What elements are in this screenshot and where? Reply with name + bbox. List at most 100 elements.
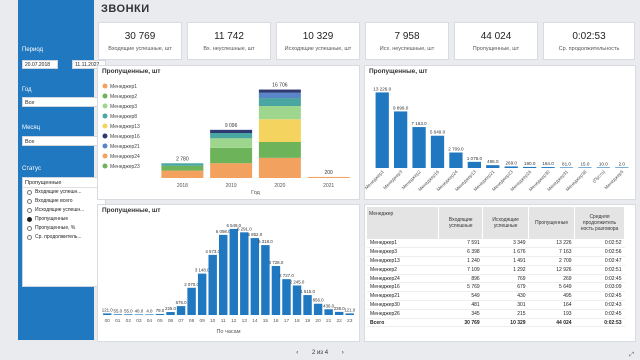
table-row[interactable]: Менеджер30 481 301 164 0:02:43 <box>367 300 625 310</box>
kpi-label: Исх. неуспешные, шт <box>379 46 435 52</box>
data-label: 16 706 <box>272 83 288 89</box>
table-row[interactable]: Менеджер26 345 215 193 0:02:45 <box>367 309 625 319</box>
status-select[interactable]: Пропущенные ⌃ <box>23 178 105 188</box>
column-header[interactable]: Входящие успешные <box>438 207 484 239</box>
data-label: 225.0 <box>165 306 177 311</box>
table-cell: Менеджер2 <box>367 265 439 275</box>
status-dropdown[interactable]: Пропущенные ⌃ Входящие успешн... Входящие… <box>22 177 106 287</box>
data-label: 5 852.0 <box>248 232 263 237</box>
month-select-value: Все <box>25 139 35 145</box>
table-cell: Менеджер21 <box>367 291 439 302</box>
bar <box>303 295 312 315</box>
bar-segment <box>161 170 204 178</box>
column-header[interactable]: Средняя продолжитель ность разговора <box>574 207 625 239</box>
table-cell: 1 491 <box>482 256 529 266</box>
year-select-value: Все <box>25 100 35 106</box>
table-total-row[interactable]: Всего 30 769 10 329 44 024 0:02:53 <box>367 317 625 328</box>
data-label: 13 226.0 <box>373 86 391 91</box>
data-label: 3 148.0 <box>195 268 210 273</box>
table-cell: 0:02:51 <box>574 265 625 275</box>
bar <box>615 167 629 168</box>
page-navigator: ‹ 2 из 4 › <box>0 350 640 356</box>
table-row[interactable]: Менеджер13 1 240 1 491 2 709 0:02:47 <box>367 256 625 266</box>
table-header-row: Менеджер Входящие успешные Исходящие усп… <box>367 207 625 239</box>
fullscreen-icon[interactable]: ⤢ <box>629 352 634 359</box>
status-option[interactable]: Ср. продолжитель... <box>23 233 105 242</box>
table-cell: 215 <box>482 309 529 319</box>
table-cell: Менеджер30 <box>367 300 439 310</box>
table-cell: 430 <box>482 291 529 302</box>
status-option[interactable]: Входящие всего <box>23 197 105 206</box>
bar <box>523 166 537 168</box>
legend-label: Менеджер2 <box>110 94 137 100</box>
column-header[interactable]: Исходящие успешные <box>482 207 530 239</box>
data-label: 1 515.0 <box>300 289 315 294</box>
table-cell: 1 292 <box>482 265 529 275</box>
prev-page-button[interactable]: ‹ <box>296 350 298 356</box>
x-tick-label: (Пусто) <box>592 169 607 184</box>
data-label: 4 573.0 <box>205 249 220 254</box>
radio-icon <box>27 208 32 213</box>
x-tick-label: 18 <box>294 318 300 324</box>
table-cell: Менеджер16 <box>367 282 439 293</box>
month-select[interactable]: Все ⌄ <box>22 136 106 146</box>
table-row[interactable]: Менеджер21 549 430 495 0:02:45 <box>367 291 625 302</box>
x-tick-label: 08 <box>189 318 195 324</box>
table-row[interactable]: Менеджер1 7 591 3 349 13 226 0:02:52 <box>367 239 625 249</box>
period-label: Период <box>22 47 44 53</box>
kpi-card: 44 024 Пропущенные, шт <box>454 22 538 60</box>
bar-segment <box>258 92 301 99</box>
year-select[interactable]: Все ⌄ <box>22 97 106 107</box>
table-cell: 5 769 <box>438 282 483 293</box>
data-label: 5 649.0 <box>430 130 446 135</box>
bar <box>250 238 260 315</box>
column-header[interactable]: Менеджер <box>367 207 440 239</box>
data-label: 55.0 <box>124 308 133 313</box>
status-option[interactable]: Пропущенные, % <box>23 224 105 233</box>
kpi-card: 11 742 Вх. неуспешные, шт <box>187 22 271 60</box>
radio-icon <box>27 217 32 222</box>
data-label: 9 096 <box>225 123 238 129</box>
table-cell: 769 <box>482 274 529 284</box>
table-cell: 269 <box>528 274 575 284</box>
x-tick-label: 15 <box>263 318 269 324</box>
data-label: 5 318.0 <box>258 239 273 244</box>
next-page-button[interactable]: › <box>342 350 344 356</box>
table-cell: 13 226 <box>528 239 575 249</box>
bar <box>334 311 344 315</box>
table-cell: Менеджер26 <box>367 309 439 319</box>
managers-table: Менеджер Входящие успешные Исходящие усп… <box>367 207 625 328</box>
table-cell: 7 591 <box>438 239 483 249</box>
x-tick-label: Менеджер5 <box>603 169 624 190</box>
table-cell: 0:02:45 <box>574 274 625 284</box>
bar-segment <box>258 89 301 93</box>
status-option[interactable]: Входящие успешн... <box>23 188 105 197</box>
legend-marker <box>102 103 108 109</box>
table-cell: 301 <box>482 300 529 310</box>
date-from-input[interactable]: 20.07.2018 <box>22 60 58 69</box>
column-header[interactable]: Пропущенные <box>528 207 576 239</box>
page-indicator: 2 из 4 <box>311 350 329 356</box>
bar <box>486 165 500 168</box>
table-cell: 30 769 <box>438 317 483 328</box>
x-axis-title: По часам <box>216 329 240 335</box>
table-row[interactable]: Менеджер24 896 769 269 0:02:45 <box>367 274 625 284</box>
table-cell: 0:02:56 <box>574 247 625 258</box>
table-row[interactable]: Менеджер3 6 398 1 676 7 163 0:02:56 <box>367 247 625 258</box>
bar <box>103 313 112 315</box>
bar <box>345 313 354 315</box>
x-tick-label: 10 <box>210 318 216 324</box>
status-option[interactable]: Исходящие успешн... <box>23 206 105 215</box>
table-row[interactable]: Менеджер16 5 769 679 5 649 0:03:09 <box>367 282 625 293</box>
table-cell: Всего <box>367 317 439 328</box>
x-tick-label: 17 <box>284 318 290 324</box>
year-label: Год <box>22 87 32 93</box>
table-cell: 44 024 <box>528 317 575 328</box>
table-cell: 1 240 <box>438 256 483 266</box>
status-option[interactable]: Пропущенные <box>23 215 105 224</box>
bar <box>313 303 323 315</box>
table-row[interactable]: Менеджер2 7 109 1 292 12 926 0:02:51 <box>367 265 625 275</box>
x-tick-label: 03 <box>136 318 142 324</box>
x-tick-label: 19 <box>305 318 311 324</box>
data-label: 10.0 <box>599 161 608 166</box>
